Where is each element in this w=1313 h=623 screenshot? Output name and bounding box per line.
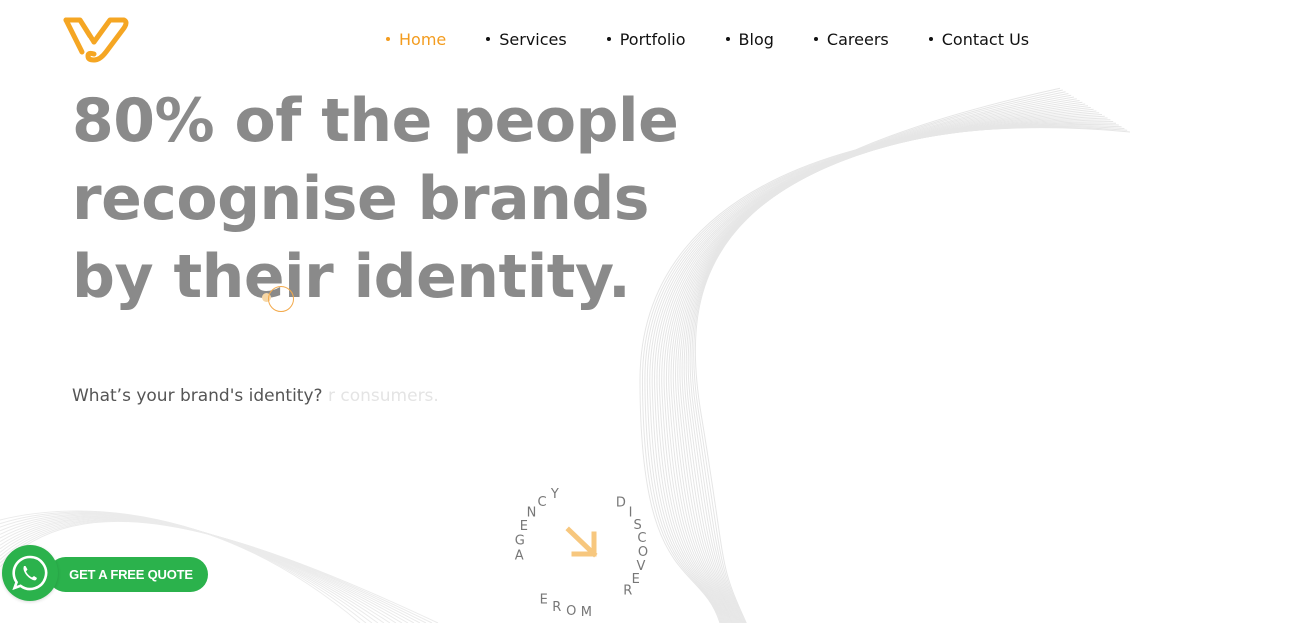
nav-item-portfolio[interactable]: Portfolio — [606, 29, 686, 49]
wave-line — [639, 127, 1131, 623]
wave-line — [654, 121, 1114, 623]
wave-line — [687, 94, 1072, 623]
nav-item-careers[interactable]: Careers — [813, 29, 889, 49]
badge-letter: R — [623, 584, 632, 599]
discover-text: DIS C O V E R — [616, 496, 648, 599]
badge-letter: R — [552, 600, 561, 615]
discover-more-agency-badge[interactable]: DIS C O V E R MORE AGENCY — [497, 478, 669, 623]
nav-item-label: Services — [499, 29, 567, 49]
badge-letter: D — [616, 496, 626, 511]
wave-line — [651, 122, 1117, 623]
wave-line — [694, 87, 1061, 623]
wave-line — [656, 119, 1111, 623]
badge-letter: N — [527, 506, 537, 521]
wave-line — [668, 110, 1097, 623]
wave-line — [665, 112, 1100, 623]
badge-letter: C — [637, 531, 646, 546]
arrow-down-right-icon — [565, 526, 598, 558]
hero-title-line: 80% of the people — [72, 86, 679, 156]
wave-line — [677, 103, 1086, 623]
badge-letter: O — [566, 604, 576, 619]
badge-letter: A — [515, 548, 524, 563]
nav-item-contact-us[interactable]: Contact Us — [928, 29, 1030, 49]
main-nav: Home Services Portfolio Blog Careers Con… — [380, 27, 1029, 51]
nav-item-services[interactable]: Services — [486, 29, 567, 49]
badge-letter: E — [540, 593, 548, 608]
nav-item-blog[interactable]: Blog — [725, 29, 774, 49]
nav-item-home[interactable]: Home — [386, 30, 446, 49]
nav-item-label: Blog — [738, 29, 774, 49]
nav-item-label: Portfolio — [619, 29, 686, 49]
whatsapp-icon — [12, 555, 48, 591]
wave-line — [659, 117, 1108, 623]
hero-title-line: by their identity. — [72, 242, 631, 312]
badge-letter: C — [537, 495, 546, 510]
nav-item-label: Contact Us — [941, 29, 1030, 49]
hero-tagline-ghost: r consumers. — [328, 386, 439, 406]
more-text: MORE — [540, 593, 592, 620]
wave-line — [649, 124, 1119, 623]
wave-line — [672, 107, 1091, 623]
nav-item-label: Home — [399, 29, 447, 49]
nav-bullet — [386, 37, 390, 41]
wave-line — [670, 108, 1094, 623]
hero-title: 80% of the people recognise brands by th… — [72, 82, 712, 316]
hero-tagline: What’s your brand's identity? — [72, 386, 323, 406]
wave-line — [679, 101, 1083, 623]
hero-title-line: recognise brands — [72, 164, 650, 234]
wave-line — [683, 98, 1077, 623]
wave-line — [644, 126, 1125, 623]
get-free-quote-label: GET A FREE QUOTE — [69, 567, 193, 582]
nav-bullet — [813, 37, 818, 41]
nav-bullet — [928, 37, 933, 41]
nav-bullet — [725, 37, 730, 41]
agency-text: AGENCY — [515, 487, 559, 564]
wave-line — [681, 100, 1080, 623]
nav-bullet — [486, 37, 491, 41]
wave-line — [685, 96, 1075, 623]
brand-logo-icon — [63, 17, 129, 63]
badge-letter: O — [638, 545, 648, 560]
badge-letter: E — [632, 572, 640, 587]
get-free-quote-button[interactable]: GET A FREE QUOTE — [48, 557, 208, 592]
whatsapp-button[interactable] — [2, 545, 58, 601]
nav-item-label: Careers — [826, 29, 889, 49]
badge-letter: E — [520, 519, 528, 534]
badge-letter: G — [515, 533, 525, 548]
badge-letter: I — [629, 506, 633, 521]
nav-bullet — [606, 37, 611, 41]
wave-line — [641, 126, 1128, 623]
badge-letter: M — [581, 605, 592, 620]
badge-letter: Y — [550, 487, 559, 502]
wave-line — [646, 125, 1122, 623]
hero-tagline-wrap: What’s your brand's identity? r consumer… — [72, 386, 439, 412]
cursor-ring — [268, 286, 294, 312]
wave-line — [691, 91, 1066, 623]
brand-logo[interactable] — [60, 14, 130, 66]
wave-line — [693, 89, 1063, 623]
wave-line — [675, 105, 1089, 623]
wave-line — [661, 115, 1105, 623]
wave-line — [689, 93, 1069, 623]
wave-line — [663, 114, 1103, 623]
